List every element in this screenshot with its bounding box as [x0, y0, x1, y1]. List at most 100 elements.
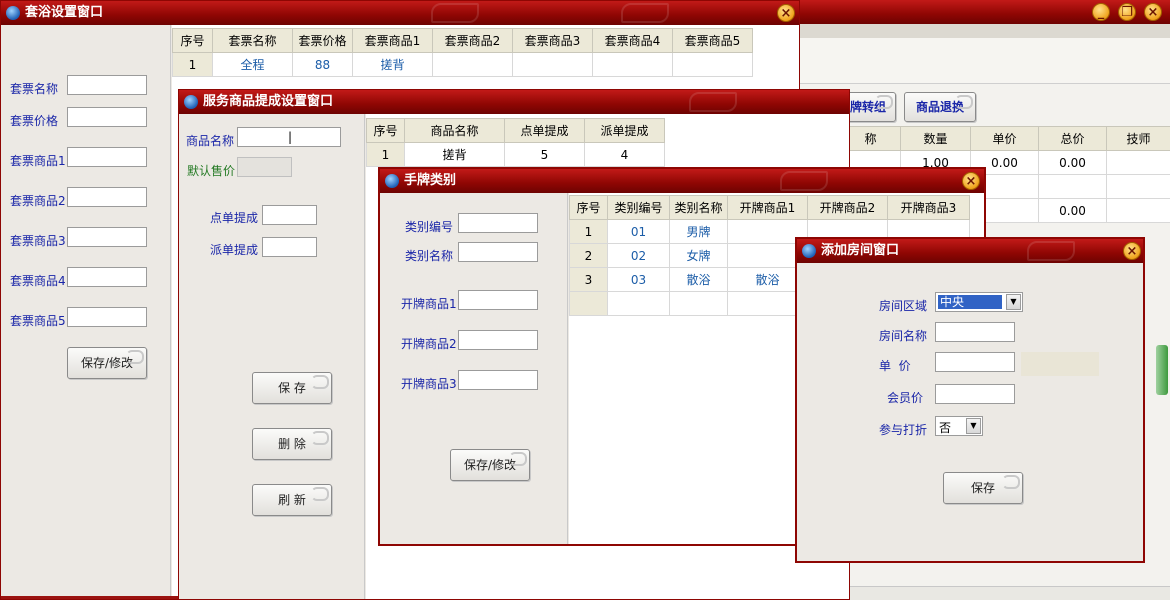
pai-commission-input[interactable]	[262, 237, 317, 257]
table-row[interactable]: 1 搓背 5 4	[366, 142, 665, 167]
room-area-value: 中央	[938, 295, 1002, 309]
label-dian-commission: 点单提成	[210, 211, 259, 225]
tab-shang-pin-tui-huan[interactable]: 商品退换	[904, 92, 976, 122]
bottom-scrollbar[interactable]: '''	[794, 586, 1170, 600]
table-header-row: 序号 套票名称 套票价格 套票商品1 套票商品2 套票商品3 套票商品4 套票商…	[172, 28, 753, 53]
table-row[interactable]: 1 全程 88 搓背	[172, 52, 753, 77]
category-name-input[interactable]	[458, 242, 538, 262]
label-open-item-3: 开牌商品3	[401, 377, 457, 391]
column-header: 商品名称	[404, 118, 505, 143]
cloud-decoration	[689, 92, 737, 112]
label-taopiao-item-5: 套票商品5	[10, 314, 66, 328]
label-open-item-2: 开牌商品2	[401, 337, 457, 351]
room-save-button[interactable]: 保存	[943, 472, 1023, 504]
discount-select[interactable]: 否 ▼	[935, 416, 983, 436]
product-name-input[interactable]: |	[237, 127, 341, 147]
table-cell	[1106, 174, 1170, 199]
room-area-select[interactable]: 中央 ▼	[935, 292, 1023, 312]
chevron-down-icon[interactable]: ▼	[1006, 294, 1021, 310]
row-index: 1	[172, 52, 213, 77]
table-cell: 搓背	[404, 142, 505, 167]
dian-commission-input[interactable]	[262, 205, 317, 225]
open-item-3-input[interactable]	[458, 370, 538, 390]
room-name-input[interactable]	[935, 322, 1015, 342]
column-header: 套票商品1	[352, 28, 433, 53]
column-header: 技师	[1106, 126, 1170, 151]
category-code-input[interactable]	[458, 213, 538, 233]
row-index: 1	[569, 219, 608, 244]
column-header: 套票名称	[212, 28, 293, 53]
label-taopiao-name: 套票名称	[10, 82, 59, 96]
column-header: 数量	[900, 126, 971, 151]
room-titlebar: 添加房间窗口	[797, 239, 1143, 263]
close-icon[interactable]: ×	[777, 4, 795, 22]
open-item-1-input[interactable]	[458, 290, 538, 310]
label-room-name: 房间名称	[879, 329, 928, 343]
cloud-decoration	[1027, 241, 1075, 261]
taopiao-item-1-input[interactable]	[67, 147, 147, 167]
fuwu-titlebar: 服务商品提成设置窗口	[179, 90, 849, 114]
taoyu-table: 序号 套票名称 套票价格 套票商品1 套票商品2 套票商品3 套票商品4 套票商…	[172, 28, 753, 77]
column-header: 序号	[569, 195, 608, 220]
open-item-2-input[interactable]	[458, 330, 538, 350]
row-index: 2	[569, 243, 608, 268]
price-hint-box	[1021, 352, 1099, 376]
table-cell	[1038, 174, 1107, 199]
row-index: 3	[569, 267, 608, 292]
taopiao-item-3-input[interactable]	[67, 227, 147, 247]
taopiao-item-4-input[interactable]	[67, 267, 147, 287]
table-cell	[512, 52, 593, 77]
close-icon[interactable]: ×	[1144, 3, 1162, 21]
column-header: 套票价格	[292, 28, 353, 53]
table-cell: 01	[607, 219, 670, 244]
table-cell: 88	[292, 52, 353, 77]
window-title: 服务商品提成设置窗口	[203, 94, 334, 109]
column-header: 序号	[172, 28, 213, 53]
label-taopiao-item-3: 套票商品3	[10, 234, 66, 248]
app-icon	[385, 174, 399, 188]
add-room-window: 添加房间窗口 × 房间区域 中央 ▼ 房间名称 单 价 会员价 参与打折 否 ▼…	[795, 237, 1145, 563]
minimize-icon[interactable]: _	[1092, 3, 1110, 21]
label-unit-price: 单 价	[879, 359, 911, 373]
table-cell	[672, 52, 753, 77]
taoyu-save-button[interactable]: 保存/修改	[67, 347, 147, 379]
column-header: 类别名称	[669, 195, 728, 220]
table-cell	[432, 52, 513, 77]
label-taopiao-item-4: 套票商品4	[10, 274, 66, 288]
shoupai-save-button[interactable]: 保存/修改	[450, 449, 530, 481]
unit-price-input[interactable]	[935, 352, 1015, 372]
table-cell	[669, 291, 728, 316]
chevron-down-icon[interactable]: ▼	[966, 418, 981, 434]
taopiao-item-5-input[interactable]	[67, 307, 147, 327]
label-open-item-1: 开牌商品1	[401, 297, 457, 311]
member-price-input[interactable]	[935, 384, 1015, 404]
taopiao-price-input[interactable]	[67, 107, 147, 127]
taopiao-item-2-input[interactable]	[67, 187, 147, 207]
table-cell: 散浴	[669, 267, 728, 292]
label-category-name: 类别名称	[405, 249, 454, 263]
column-header: 类别编号	[607, 195, 670, 220]
vertical-scrollbar[interactable]	[1156, 345, 1168, 395]
fuwu-table: 序号 商品名称 点单提成 派单提成 1 搓背 5 4	[366, 118, 665, 167]
restore-icon[interactable]: ❐	[1118, 3, 1136, 21]
fuwu-refresh-button[interactable]: 刷 新	[252, 484, 332, 516]
table-cell: 5	[504, 142, 585, 167]
column-header: 开牌商品3	[887, 195, 970, 220]
fuwu-delete-button[interactable]: 删 除	[252, 428, 332, 460]
label-taopiao-price: 套票价格	[10, 114, 59, 128]
close-icon[interactable]: ×	[962, 172, 980, 190]
label-room-area: 房间区域	[879, 299, 928, 313]
discount-value: 否	[939, 421, 952, 435]
label-product-name: 商品名称	[186, 134, 235, 148]
column-header: 开牌商品1	[727, 195, 808, 220]
label-pai-commission: 派单提成	[210, 243, 259, 257]
table-cell: 02	[607, 243, 670, 268]
taoyu-titlebar: 套浴设置窗口	[1, 1, 799, 25]
taopiao-name-input[interactable]	[67, 75, 147, 95]
table-header-row: 序号 类别编号 类别名称 开牌商品1 开牌商品2 开牌商品3	[569, 195, 970, 220]
close-icon[interactable]: ×	[1123, 242, 1141, 260]
fuwu-save-button[interactable]: 保 存	[252, 372, 332, 404]
label-default-price: 默认售价	[187, 164, 236, 178]
column-header: 套票商品2	[432, 28, 513, 53]
label-taopiao-item-1: 套票商品1	[10, 154, 66, 168]
